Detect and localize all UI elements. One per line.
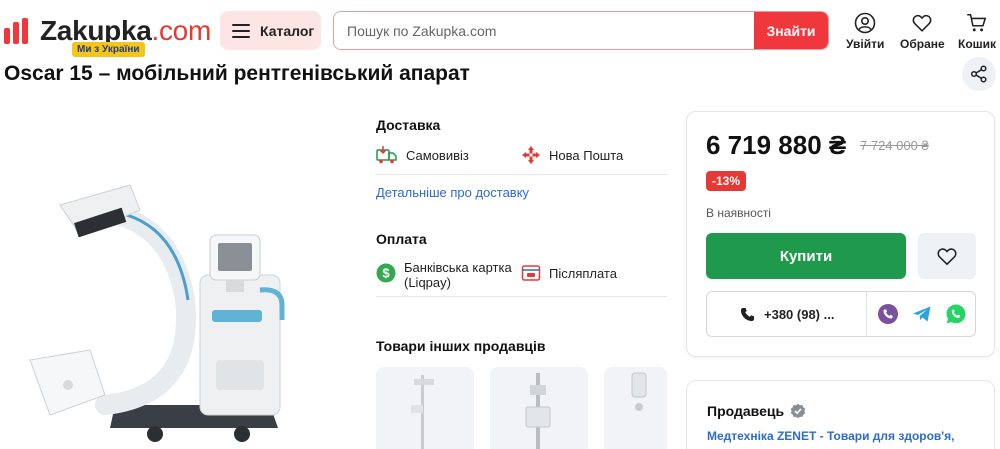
whatsapp-icon bbox=[946, 304, 966, 324]
phone-icon bbox=[740, 307, 755, 321]
delivery-option-label: Нова Пошта bbox=[549, 147, 624, 163]
payment-heading: Оплата bbox=[376, 231, 427, 247]
thumbnail-image bbox=[525, 373, 551, 449]
other-product-thumbnail[interactable] bbox=[376, 367, 474, 449]
product-image[interactable] bbox=[20, 180, 300, 449]
telegram-icon bbox=[913, 306, 931, 322]
seller-heading: Продавець bbox=[707, 403, 806, 419]
cash-on-delivery-icon bbox=[521, 265, 541, 281]
pickup-truck-icon bbox=[376, 146, 397, 164]
logo-badge: Ми з України bbox=[72, 42, 145, 57]
viber-icon bbox=[878, 304, 898, 324]
login-button[interactable]: Увійти bbox=[846, 12, 884, 51]
payment-option-label: Банківська картка (Liqpay) bbox=[404, 260, 512, 290]
dollar-coin-icon: $ bbox=[376, 263, 396, 283]
divider bbox=[376, 174, 667, 175]
user-icon bbox=[854, 12, 876, 34]
payment-option-label: Післяплата bbox=[549, 265, 617, 281]
telegram-button[interactable] bbox=[905, 303, 939, 325]
buy-button[interactable]: Купити bbox=[706, 233, 906, 279]
favorites-label: Обране bbox=[900, 37, 945, 51]
other-sellers-heading: Товари інших продавців bbox=[376, 338, 546, 354]
thumbnail-image bbox=[631, 372, 647, 411]
site-header: Zakupka.com Ми з України Каталог Знайти … bbox=[0, 0, 1000, 60]
share-icon bbox=[970, 65, 987, 83]
whatsapp-button[interactable] bbox=[939, 303, 973, 325]
delivery-option-pickup: Самовивіз bbox=[376, 145, 469, 165]
current-price: 6 719 880 ₴ bbox=[706, 130, 847, 160]
old-price: 7 724 000 ₴ bbox=[860, 138, 929, 153]
seller-card: Продавець Медтехніка ZENET - Товари для … bbox=[686, 380, 995, 449]
cart-label: Кошик bbox=[958, 37, 997, 51]
stock-status: В наявності bbox=[706, 206, 771, 220]
add-to-favorites-button[interactable] bbox=[918, 233, 976, 279]
contact-row: +380 (98) ... bbox=[706, 291, 976, 337]
logo-bars-icon bbox=[4, 18, 28, 44]
delivery-option-nova-poshta: Нова Пошта bbox=[521, 145, 623, 165]
catalog-button[interactable]: Каталог bbox=[220, 11, 321, 50]
catalog-label: Каталог bbox=[260, 22, 315, 39]
divider bbox=[376, 296, 667, 297]
other-product-thumbnail[interactable] bbox=[490, 367, 588, 449]
search-bar: Знайти bbox=[333, 11, 829, 50]
show-phone-button[interactable]: +380 (98) ... bbox=[707, 292, 867, 336]
payment-option-cod: Післяплата bbox=[521, 263, 617, 283]
seller-name-link[interactable]: Медтехніка ZENET - Товари для здоров'я, bbox=[707, 429, 955, 443]
product-title: Oscar 15 – мобільний рентгенівський апар… bbox=[4, 62, 470, 85]
payment-option-card: $ Банківська картка (Liqpay) bbox=[376, 260, 512, 290]
other-product-thumbnail[interactable] bbox=[604, 367, 667, 449]
heart-icon bbox=[937, 248, 957, 265]
purchase-card: 6 719 880 ₴ 7 724 000 ₴ -13% В наявності… bbox=[686, 111, 995, 357]
phone-number: +380 (98) ... bbox=[764, 306, 835, 322]
seller-heading-label: Продавець bbox=[707, 403, 785, 419]
discount-badge: -13% bbox=[706, 171, 747, 191]
viber-button[interactable] bbox=[871, 303, 905, 325]
nova-poshta-icon bbox=[522, 146, 540, 164]
login-label: Увійти bbox=[846, 37, 885, 51]
cart-icon bbox=[967, 13, 987, 32]
delivery-details-link[interactable]: Детальніше про доставку bbox=[376, 185, 529, 200]
delivery-heading: Доставка bbox=[376, 117, 441, 133]
thumbnail-image bbox=[411, 375, 434, 449]
cart-button[interactable]: Кошик bbox=[958, 12, 996, 51]
verified-badge-icon bbox=[790, 403, 806, 419]
search-button[interactable]: Знайти bbox=[754, 12, 828, 49]
delivery-option-label: Самовивіз bbox=[406, 147, 469, 163]
favorites-button[interactable]: Обране bbox=[900, 12, 945, 51]
search-input[interactable] bbox=[334, 12, 754, 49]
share-button[interactable] bbox=[962, 57, 996, 91]
heart-icon bbox=[912, 14, 932, 32]
hamburger-icon bbox=[232, 23, 250, 38]
svg-text:$: $ bbox=[382, 266, 390, 281]
